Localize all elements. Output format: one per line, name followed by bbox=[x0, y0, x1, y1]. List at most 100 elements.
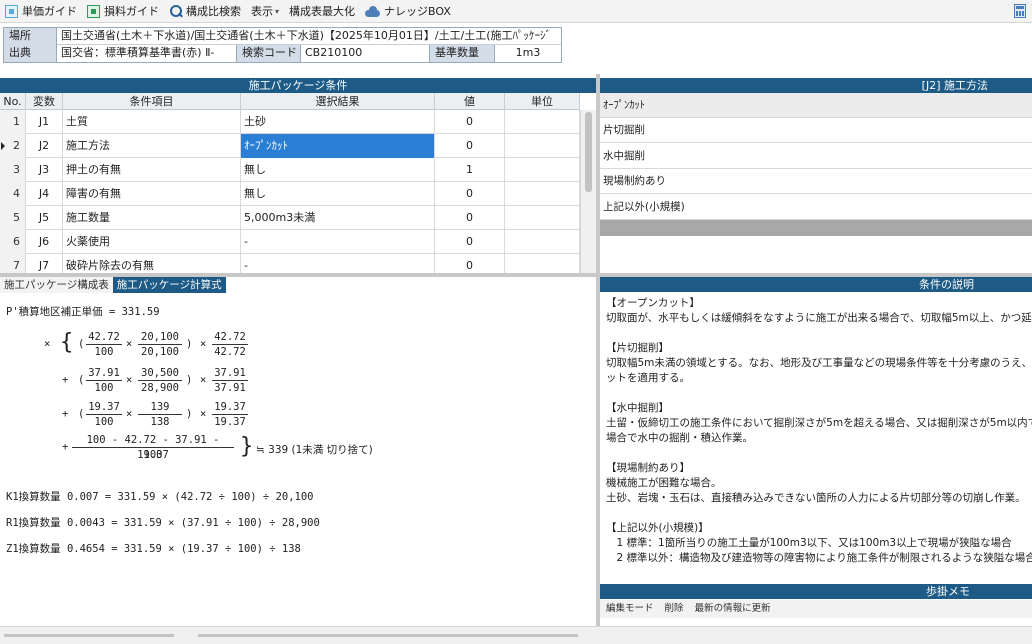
row-result-selected[interactable]: ｵｰﾌﾟﾝｶｯﾄ bbox=[241, 134, 435, 158]
scrollbar-thumb[interactable] bbox=[585, 112, 592, 192]
row-no: 7 bbox=[0, 254, 26, 273]
memo-title: 歩掛メモ bbox=[600, 584, 1032, 599]
zairyo-guide-button[interactable]: 損料ガイド bbox=[82, 0, 164, 23]
table-row[interactable]: 1 J1 土質 土砂 0 bbox=[0, 110, 580, 134]
row-item: 障害の有無 bbox=[63, 182, 241, 206]
col-no: No. bbox=[0, 93, 26, 110]
method-panel-title: [J2] 施工方法 bbox=[600, 78, 1032, 93]
formula-z1: Z1換算数量 0.4654 = 331.59 × (19.37 ÷ 100) ÷… bbox=[6, 543, 301, 555]
fraction-numerator: 37.91 bbox=[86, 366, 122, 381]
table-scrollbar[interactable] bbox=[580, 110, 596, 273]
row-item: 破砕片除去の有無 bbox=[63, 254, 241, 273]
calculator-icon[interactable] bbox=[1014, 4, 1026, 18]
compare-search-button[interactable]: 構成比検索 bbox=[164, 0, 246, 23]
method-item-shokibo[interactable]: 上記以外(小規模) bbox=[600, 195, 1032, 220]
row-item: 施工方法 bbox=[63, 134, 241, 158]
row-result[interactable]: - bbox=[241, 254, 435, 273]
memo-refresh-button[interactable]: 最新の情報に更新 bbox=[695, 603, 771, 614]
row-result[interactable]: - bbox=[241, 230, 435, 254]
formula-times: × bbox=[126, 408, 133, 420]
status-scrollbar-right[interactable] bbox=[198, 634, 578, 637]
row-no: 4 bbox=[0, 182, 26, 206]
row-value: 0 bbox=[435, 254, 505, 273]
table-row[interactable]: 5 J5 施工数量 5,000m3未満 0 bbox=[0, 206, 580, 230]
current-row-arrow-icon bbox=[1, 142, 5, 150]
row-result[interactable]: 無し bbox=[241, 182, 435, 206]
zairyo-guide-icon bbox=[87, 4, 100, 18]
method-item-seiyaku[interactable]: 現場制約あり bbox=[600, 169, 1032, 194]
row-value: 1 bbox=[435, 158, 505, 182]
chevron-down-icon: ▾ bbox=[275, 6, 280, 16]
fraction: 139 138 bbox=[138, 400, 182, 430]
row-value: 0 bbox=[435, 230, 505, 254]
fraction: 100 - 42.72 - 37.91 - 19.37 100 bbox=[72, 433, 234, 463]
row-result[interactable]: 無し bbox=[241, 158, 435, 182]
row-no: 6 bbox=[0, 230, 26, 254]
fraction-numerator: 42.72 bbox=[212, 330, 248, 345]
formula-plus: + bbox=[62, 441, 69, 453]
formula-plus: + bbox=[62, 408, 69, 420]
source-label: 出典 bbox=[4, 45, 57, 62]
memo-edit-mode-button[interactable]: 編集モード bbox=[606, 603, 654, 614]
col-value: 値 bbox=[435, 93, 505, 110]
display-menu-label: 表示 bbox=[251, 5, 273, 18]
table-row[interactable]: 6 J6 火薬使用 - 0 bbox=[0, 230, 580, 254]
row-unit bbox=[505, 158, 580, 182]
formula-paren-close: ) bbox=[186, 374, 193, 386]
table-row-selected[interactable]: 2 J2 施工方法 ｵｰﾌﾟﾝｶｯﾄ 0 bbox=[0, 134, 580, 158]
maximize-button[interactable]: 構成表最大化 bbox=[284, 0, 360, 23]
fraction-denominator: 100 bbox=[94, 416, 114, 428]
row-value: 0 bbox=[435, 134, 505, 158]
bottom-tabs: 施工パッケージ構成表 施工パッケージ計算式 bbox=[0, 277, 226, 293]
formula-times: × bbox=[126, 374, 133, 386]
formula-plus: + bbox=[62, 374, 69, 386]
display-menu-button[interactable]: 表示 ▾ bbox=[246, 0, 284, 23]
maximize-label: 構成表最大化 bbox=[289, 5, 356, 18]
explanation-line: 【オープンカット】 bbox=[606, 297, 700, 309]
knowledge-box-button[interactable]: ナレッジBOX bbox=[360, 0, 456, 23]
tanka-guide-button[interactable]: 単価ガイド bbox=[0, 0, 82, 23]
formula-times: × bbox=[44, 338, 51, 350]
search-icon bbox=[169, 4, 182, 18]
explanation-line: 切取面が、水平もしくは緩傾斜をなすように施工が出来る場合で、切取幅5m以上、かつ… bbox=[606, 312, 1032, 324]
fraction-denominator: 42.72 bbox=[214, 346, 246, 358]
formula-brace-close: } bbox=[240, 434, 254, 459]
explanation-line: 機械施工が困難な場合。 bbox=[606, 477, 722, 489]
row-var: J4 bbox=[26, 182, 63, 206]
fraction-numerator: 19.37 bbox=[86, 400, 122, 415]
tab-composition[interactable]: 施工パッケージ構成表 bbox=[0, 277, 113, 293]
formula-times: × bbox=[200, 408, 207, 420]
fraction-numerator: 30,500 bbox=[138, 366, 182, 381]
row-item: 施工数量 bbox=[63, 206, 241, 230]
method-item-open-cut[interactable]: ｵｰﾌﾟﾝｶｯﾄ bbox=[600, 93, 1032, 118]
memo-delete-button[interactable]: 削除 bbox=[665, 603, 684, 614]
status-scrollbar-left[interactable] bbox=[4, 634, 174, 637]
table-row[interactable]: 4 J4 障害の有無 無し 0 bbox=[0, 182, 580, 206]
row-unit bbox=[505, 230, 580, 254]
table-row[interactable]: 3 J3 押土の有無 無し 1 bbox=[0, 158, 580, 182]
zairyo-guide-label: 損料ガイド bbox=[104, 5, 159, 18]
fraction-denominator: 100 bbox=[143, 449, 163, 461]
method-item-katagiri[interactable]: 片切掘削 bbox=[600, 118, 1032, 143]
col-item: 条件項目 bbox=[63, 93, 241, 110]
formula-paren-open: ( bbox=[78, 338, 85, 350]
formula-paren-close: ) bbox=[186, 408, 193, 420]
formula-result: ≒ 339 (1未満 切り捨て) bbox=[256, 444, 373, 456]
fraction-numerator: 42.72 bbox=[86, 330, 122, 345]
tab-formula[interactable]: 施工パッケージ計算式 bbox=[112, 277, 226, 293]
fraction: 37.91 100 bbox=[86, 366, 122, 396]
fraction: 19.37 19.37 bbox=[212, 400, 248, 430]
fraction-denominator: 100 bbox=[94, 346, 114, 358]
toolbar: 単価ガイド 損料ガイド 構成比検索 表示 ▾ 構成表最大化 ナレッジBOX bbox=[0, 0, 1032, 23]
fraction: 19.37 100 bbox=[86, 400, 122, 430]
method-item-suichu[interactable]: 水中掘削 bbox=[600, 144, 1032, 169]
fraction-numerator: 139 bbox=[138, 400, 182, 415]
info-row-source: 出典 国交省：標準積算基準書(赤) Ⅱ- 検索コード CB210100 基準数量… bbox=[4, 45, 561, 62]
row-result[interactable]: 土砂 bbox=[241, 110, 435, 134]
table-row[interactable]: 7 J7 破砕片除去の有無 - 0 bbox=[0, 254, 580, 273]
row-result[interactable]: 5,000m3未満 bbox=[241, 206, 435, 230]
knowledge-box-label: ナレッジBOX bbox=[384, 5, 451, 18]
row-no: 1 bbox=[0, 110, 26, 134]
method-list: ｵｰﾌﾟﾝｶｯﾄ 片切掘削 水中掘削 現場制約あり 上記以外(小規模) bbox=[600, 93, 1032, 273]
explanation-panel: 【オープンカット】 切取面が、水平もしくは緩傾斜をなすように施工が出来る場合で、… bbox=[600, 294, 1032, 579]
